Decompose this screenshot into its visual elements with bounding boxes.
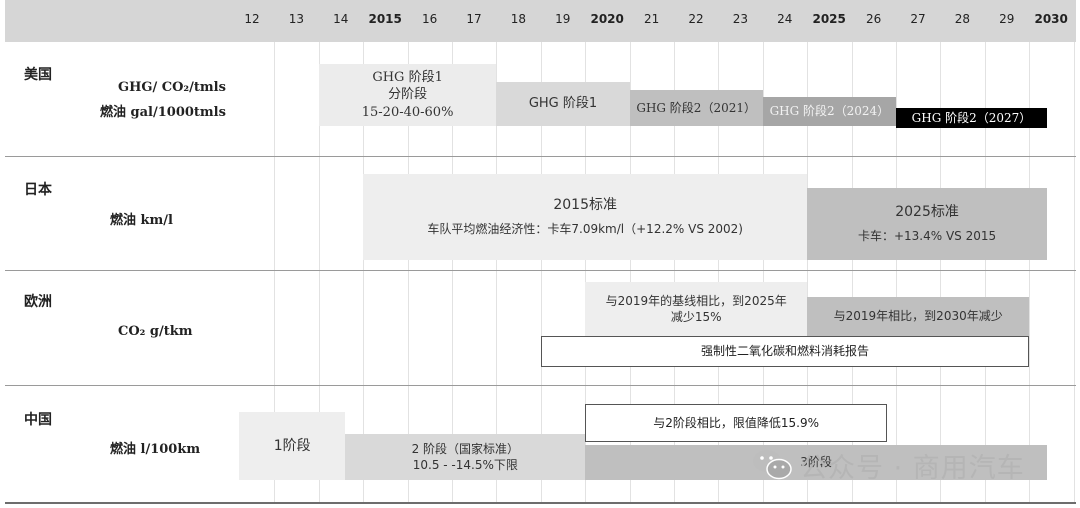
year-tick-label: 23 [732,12,749,26]
wechat-icon [753,450,792,480]
year-tick-label: 29 [999,12,1015,26]
year-tick-label: 21 [643,12,660,26]
timeline-bar: 与2019年的基线相比，到2025年 减少15% [585,282,808,336]
timeline-bar: GHG 阶段2（2021） [629,90,763,126]
year-tick-label: 2015 [368,12,402,26]
timeline-bar: 与2019年相比，到2030年减少 [807,297,1030,336]
year-tick-label: 28 [954,12,971,26]
bar-label-line: 10.5 - -14.5%下限 [412,458,518,472]
metric-us-line1: GHG/ CO₂/tmls [118,80,226,95]
timeline-bar: 2025标准卡车：+13.4% VS 2015 [807,188,1047,260]
year-tick-label: 27 [910,12,926,26]
bar-label-line: 与2019年相比，到2030年减少 [833,309,1003,324]
row-divider [5,270,1076,271]
timeline-bar: GHG 阶段2（2024） [762,97,896,126]
bar-label-line: GHG 阶段1 [372,69,443,85]
timeline-bar: GHG 阶段1 分阶段 15-20-40-60% [318,64,497,126]
region-label-japan: 日本 [24,182,52,198]
year-tick-label: 17 [466,12,482,26]
year-tick-label: 22 [688,12,704,26]
metric-japan: 燃油 km/l [110,213,173,228]
bar-label-line: GHG 阶段2（2021） [636,100,756,115]
row-divider [5,385,1076,386]
year-tick-label: 2025 [812,12,846,26]
bar-label-line: GHG 阶段2（2027） [911,110,1032,125]
timeline-bar: 1阶段 [238,412,346,480]
timeline-bar: 强制性二氧化碳和燃料消耗报告 [540,336,1030,367]
year-tick-label: 18 [510,12,527,26]
bottom-rule [5,502,1076,504]
metric-china: 燃油 l/100km [110,442,201,457]
metric-europe: CO₂ g/tkm [118,324,193,339]
year-tick-label: 16 [421,12,438,26]
year-tick-label: 12 [244,12,260,26]
year-tick-label: 26 [865,12,882,26]
timeline-bar: GHG 阶段2（2027） [896,108,1047,128]
timeline-bar: GHG 阶段1 [496,82,630,126]
year-tick-label: 13 [288,12,305,26]
timeline-bar: 2 阶段（国家标准） 10.5 - -14.5%下限 [345,434,586,480]
bar-label-line: 强制性二氧化碳和燃料消耗报告 [700,344,869,359]
bar-label-line: 卡车：+13.4% VS 2015 [857,229,997,244]
bar-label-line: 车队平均燃油经济性：卡车7.09km/l（+12.2% VS 2002) [427,222,743,237]
bar-label-line: 分阶段 [388,87,428,103]
bar-label-line: 1阶段 [273,437,311,454]
year-tick-label: 24 [777,12,793,26]
bar-label-line: 2 阶段（国家标准） [411,441,520,456]
bar-label-line: 减少15% [670,310,722,324]
timeline-bar: 2015标准车队平均燃油经济性：卡车7.09km/l（+12.2% VS 200… [363,174,808,260]
watermark: 公众号 · 商用汽车 [752,445,1025,485]
metric-us-line2: 燃油 gal/1000tmls [100,105,226,120]
bar-label-line: 与2阶段相比，限值降低15.9% [653,415,820,430]
region-label-us: 美国 [24,67,52,83]
region-label-china: 中国 [24,412,52,428]
year-tick-label: 2020 [590,12,624,26]
year-tick-label: 2030 [1034,12,1068,26]
grid-line [1074,42,1075,503]
year-tick-label: 19 [555,12,571,26]
bar-label-line: 15-20-40-60% [361,104,454,120]
bar-label-line: GHG 阶段2（2024） [769,104,890,119]
bar-label-line: 2025标准 [895,204,959,221]
year-tick-label: 14 [333,12,349,26]
bar-label-line: 2015标准 [553,197,617,214]
bar-label-line: 与2019年的基线相比，到2025年 [605,293,787,308]
row-divider [5,156,1076,157]
bar-label-line: GHG 阶段1 [528,96,598,112]
region-label-europe: 欧洲 [24,294,52,310]
watermark-text: 公众号 · 商用汽车 [800,452,1025,484]
timeline-bar: 与2阶段相比，限值降低15.9% [585,404,888,442]
